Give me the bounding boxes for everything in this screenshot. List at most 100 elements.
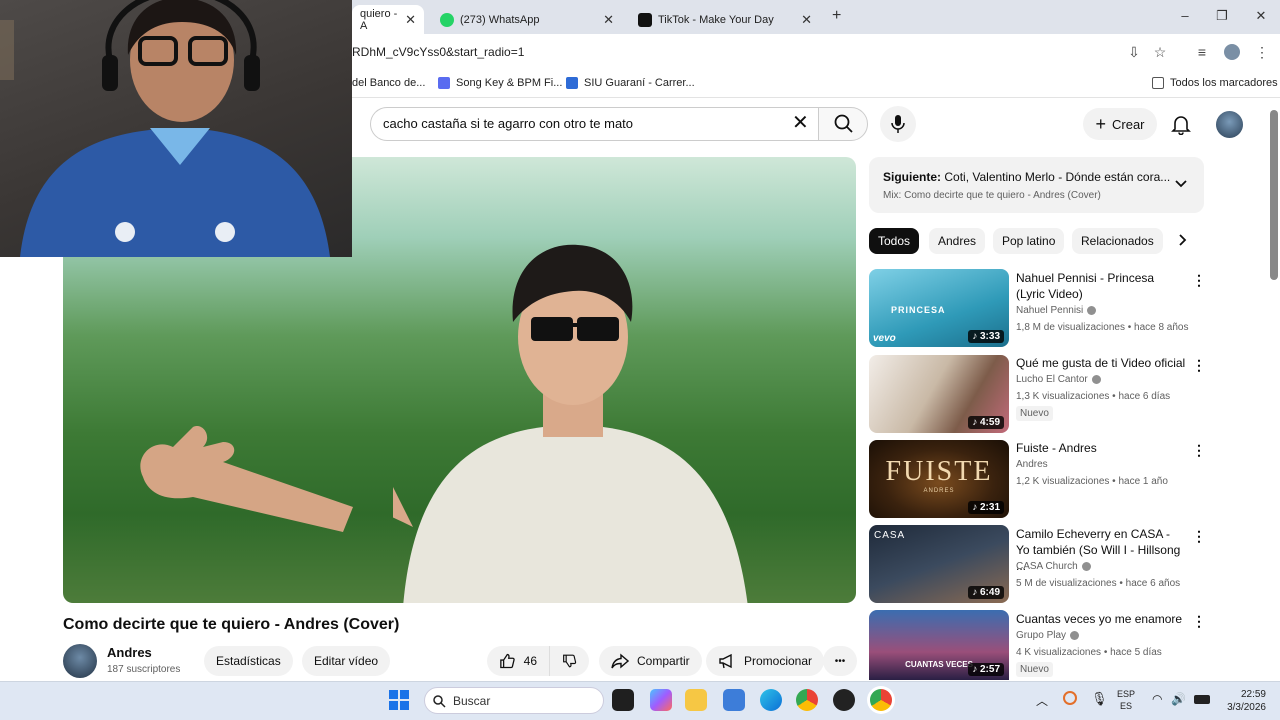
new-tab-button[interactable]: + <box>832 7 841 25</box>
channel-avatar[interactable] <box>63 644 97 678</box>
chevron-down-icon[interactable] <box>1174 176 1188 192</box>
edge-icon[interactable] <box>760 689 782 711</box>
tab-youtube[interactable]: quiero - A ✕ <box>352 5 424 34</box>
whatsapp-icon <box>440 12 454 27</box>
tab-tiktok[interactable]: TikTok - Make Your Day ✕ <box>630 5 820 34</box>
video-thumbnail[interactable]: CUANTAS VECES ♪ 2:57 <box>869 610 1009 680</box>
related-channel[interactable]: Grupo Play <box>1016 630 1080 641</box>
chip-pop-latino[interactable]: Pop latino <box>993 228 1065 254</box>
install-icon[interactable]: ⇩ <box>1126 44 1142 60</box>
edit-video-button[interactable]: Editar vídeo <box>302 646 391 676</box>
taskbar-search[interactable]: Buscar <box>424 687 604 714</box>
bookmark-item[interactable]: SIU Guaraní - Carrer... <box>566 77 695 89</box>
related-title[interactable]: Qué me gusta de ti Video oficial <box>1016 355 1186 371</box>
search-button[interactable] <box>818 107 868 141</box>
file-explorer-icon[interactable] <box>685 689 707 711</box>
all-bookmarks[interactable]: Todos los marcadores <box>1152 77 1278 89</box>
stats-button[interactable]: Estadísticas <box>204 646 293 676</box>
like-button[interactable]: 46 <box>487 646 549 676</box>
related-title[interactable]: Fuiste - Andres <box>1016 440 1186 456</box>
microphone-icon <box>891 115 905 133</box>
duration: 2:57 <box>979 664 1000 675</box>
close-window-button[interactable]: ✕ <box>1243 8 1279 24</box>
chip-relacionados[interactable]: Relacionados <box>1072 228 1163 254</box>
more-options-icon[interactable]: ⋮ <box>1192 273 1206 287</box>
dislike-button[interactable] <box>549 646 589 676</box>
thumbnail-text: PRINCESA <box>891 305 946 315</box>
search-query[interactable]: cacho castaña si te agarro con otro te m… <box>383 116 633 131</box>
media-controls-icon[interactable]: ≡ <box>1194 44 1210 60</box>
microphone-icon[interactable]: 🎙 <box>1091 691 1108 707</box>
language-indicator[interactable]: ESP ES <box>1117 688 1135 712</box>
wifi-icon[interactable]: ◠ <box>1152 692 1162 706</box>
related-channel[interactable]: CASA Church <box>1016 561 1091 572</box>
voice-search-button[interactable] <box>880 106 916 142</box>
volume-icon[interactable]: 🔊 <box>1171 692 1186 706</box>
up-next-label: Siguiente: <box>883 170 942 184</box>
battery-icon[interactable] <box>1194 695 1210 704</box>
notifications-button[interactable] <box>1170 113 1192 136</box>
verified-icon <box>1091 374 1101 384</box>
tab-title: TikTok - Make Your Day <box>658 13 774 26</box>
maximize-button[interactable]: ❐ <box>1204 8 1240 24</box>
up-next-card[interactable] <box>869 157 1204 213</box>
lang-sub: ES <box>1120 701 1133 711</box>
tab-whatsapp[interactable]: (273) WhatsApp ✕ <box>432 5 622 34</box>
bookmark-star-icon[interactable]: ☆ <box>1152 44 1168 60</box>
bell-icon <box>1171 116 1191 136</box>
chip-andres[interactable]: Andres <box>929 228 986 254</box>
related-meta: 1,8 M de visualizaciones • hace 8 años <box>1016 322 1189 333</box>
channel-label: Lucho El Cantor <box>1016 374 1088 385</box>
bookmark-item[interactable]: del Banco de... <box>352 77 425 89</box>
close-icon[interactable]: ✕ <box>801 12 812 28</box>
account-avatar[interactable] <box>1216 111 1243 138</box>
clear-search-icon[interactable]: ✕ <box>792 113 809 133</box>
sync-icon[interactable] <box>1063 691 1077 705</box>
bookmark-item[interactable]: Song Key & BPM Fi... <box>438 77 562 89</box>
share-button[interactable]: Compartir <box>599 646 702 676</box>
video-thumbnail[interactable]: PRINCESA vevo ♪ 3:33 <box>869 269 1009 347</box>
close-icon[interactable]: ✕ <box>405 12 416 28</box>
address-bar-url[interactable]: RDhM_cV9cYss0&start_radio=1 <box>352 45 524 59</box>
new-badge: Nuevo <box>1016 406 1053 421</box>
more-options-icon[interactable]: ⋮ <box>1192 358 1206 372</box>
bookmark-label: Song Key & BPM Fi... <box>456 77 563 89</box>
channel-label: Grupo Play <box>1016 630 1067 641</box>
related-channel[interactable]: Lucho El Cantor <box>1016 374 1101 385</box>
task-view-icon[interactable] <box>612 689 634 711</box>
channel-name[interactable]: Andres <box>107 645 152 660</box>
minimize-button[interactable]: – <box>1167 8 1203 23</box>
more-options-icon[interactable]: ⋮ <box>1192 443 1206 457</box>
thumbs-up-icon <box>500 653 515 669</box>
copilot-icon[interactable] <box>650 689 672 711</box>
create-button[interactable]: + Crear <box>1083 108 1157 140</box>
like-count: 46 <box>523 654 537 668</box>
video-thumbnail[interactable]: CASA ♪ 6:49 <box>869 525 1009 603</box>
related-channel[interactable]: Andres <box>1016 459 1048 470</box>
related-title[interactable]: Cuantas veces yo me enamore <box>1016 611 1186 627</box>
chip-todos[interactable]: Todos <box>869 228 920 254</box>
promote-button[interactable]: Promocionar <box>706 646 825 676</box>
profile-avatar-icon[interactable] <box>1224 44 1240 60</box>
related-title[interactable]: Nahuel Pennisi - Princesa (Lyric Video) <box>1016 270 1186 302</box>
clock[interactable]: 22:59 3/3/2026 <box>1222 688 1266 714</box>
chrome-icon[interactable] <box>796 689 818 711</box>
windows-start-icon[interactable] <box>389 690 409 710</box>
chevron-right-icon[interactable] <box>1178 233 1188 252</box>
video-thumbnail[interactable]: FUISTE ANDRES ♪ 2:31 <box>869 440 1009 518</box>
related-channel[interactable]: Nahuel Pennisi <box>1016 305 1097 316</box>
chevron-up-icon[interactable]: ︿ <box>1036 692 1048 709</box>
app-icon[interactable] <box>833 689 855 711</box>
close-icon[interactable]: ✕ <box>603 12 614 28</box>
more-options-icon[interactable]: ⋮ <box>1192 529 1206 543</box>
more-actions-button[interactable]: ••• <box>823 646 857 676</box>
chrome-active-icon[interactable] <box>870 689 892 711</box>
page-scrollbar[interactable] <box>1270 110 1278 280</box>
video-thumbnail[interactable]: ♪ 4:59 <box>869 355 1009 433</box>
snipping-tool-icon[interactable] <box>723 689 745 711</box>
folder-icon <box>1152 77 1164 89</box>
menu-kebab-icon[interactable]: ⋮ <box>1254 44 1270 60</box>
thumbs-down-icon <box>563 654 577 668</box>
related-meta: 1,3 K visualizaciones • hace 6 días <box>1016 391 1171 402</box>
more-options-icon[interactable]: ⋮ <box>1192 614 1206 628</box>
